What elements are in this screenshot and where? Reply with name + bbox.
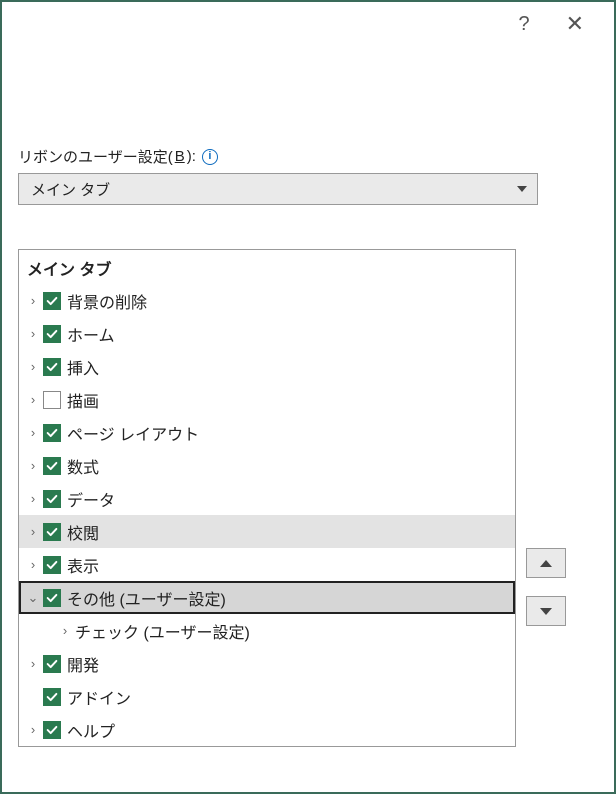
tree-item[interactable]: › ページ レイアウト (19, 416, 515, 449)
chevron-right-icon[interactable]: › (25, 458, 41, 473)
chevron-right-icon[interactable]: › (25, 491, 41, 506)
checkbox[interactable] (43, 292, 61, 310)
tree-item[interactable]: › ヘルプ (19, 713, 515, 746)
tree-item[interactable]: › ホーム (19, 317, 515, 350)
tree-item[interactable]: › 描画 (19, 383, 515, 416)
tabs-dropdown[interactable]: メイン タブ (18, 173, 538, 205)
tree-item-label: その他 (ユーザー設定) (67, 586, 226, 610)
chevron-right-icon[interactable]: › (25, 425, 41, 440)
tree-item[interactable]: › データ (19, 482, 515, 515)
titlebar: ? ✕ (2, 2, 614, 46)
chevron-right-icon[interactable]: › (25, 524, 41, 539)
tree-item-label: データ (67, 487, 115, 511)
tree-item[interactable]: › 数式 (19, 449, 515, 482)
ribbon-customize-label: リボンのユーザー設定(B): i (18, 146, 592, 167)
chevron-down-icon[interactable]: ⌄ (25, 590, 41, 606)
tabs-tree: メイン タブ › 背景の削除 › ホーム › 挿入 › 描画 › ページ レイアウト › 数式 › データ… (18, 249, 516, 747)
tree-item-label: ヘルプ (67, 718, 115, 742)
chevron-down-icon (517, 186, 527, 192)
chevron-right-icon[interactable]: › (25, 359, 41, 374)
tree-item-label: 表示 (67, 553, 99, 577)
tree-item[interactable]: › 挿入 (19, 350, 515, 383)
tree-item-label: 開発 (67, 652, 99, 676)
tree-item[interactable]: › 背景の削除 (19, 284, 515, 317)
tree-item[interactable]: ⌄ その他 (ユーザー設定) (19, 581, 515, 614)
tree-item-label: 数式 (67, 454, 99, 478)
checkbox[interactable] (43, 424, 61, 442)
tree-item-label: 校閲 (67, 520, 99, 544)
tree-item[interactable]: ›チェック (ユーザー設定) (19, 614, 515, 647)
chevron-right-icon[interactable]: › (25, 392, 41, 407)
label-text-suffix: ): (187, 148, 196, 165)
tree-item-label: アドイン (67, 685, 131, 709)
help-icon[interactable]: ? (518, 13, 529, 36)
tree-item[interactable]: › 校閲 (19, 515, 515, 548)
chevron-right-icon[interactable]: › (25, 722, 41, 737)
checkbox[interactable] (43, 358, 61, 376)
tree-item[interactable]: › 開発 (19, 647, 515, 680)
triangle-up-icon (540, 560, 552, 567)
chevron-right-icon[interactable]: › (25, 656, 41, 671)
tree-item-label: ページ レイアウト (67, 421, 199, 445)
checkbox[interactable] (43, 655, 61, 673)
checkbox[interactable] (43, 457, 61, 475)
checkbox[interactable] (43, 556, 61, 574)
move-down-button[interactable] (526, 596, 566, 626)
triangle-down-icon (540, 608, 552, 615)
checkbox[interactable] (43, 721, 61, 739)
label-text-prefix: リボンのユーザー設定( (18, 146, 173, 167)
dropdown-selected-value: メイン タブ (31, 179, 110, 200)
tree-item[interactable]: ›アドイン (19, 680, 515, 713)
info-icon[interactable]: i (202, 149, 218, 165)
tree-item-label: チェック (ユーザー設定) (75, 619, 250, 643)
checkbox[interactable] (43, 391, 61, 409)
checkbox[interactable] (43, 589, 61, 607)
checkbox[interactable] (43, 325, 61, 343)
label-accelerator: B (175, 148, 185, 165)
tree-item-label: 背景の削除 (67, 289, 147, 313)
chevron-right-icon[interactable]: › (25, 326, 41, 341)
ribbon-customize-panel: ? ✕ リボンのユーザー設定(B): i メイン タブ メイン タブ › 背景の削… (0, 0, 616, 794)
tree-item-label: ホーム (67, 322, 115, 346)
close-icon[interactable]: ✕ (566, 11, 584, 37)
tree-item-label: 描画 (67, 388, 99, 412)
checkbox[interactable] (43, 490, 61, 508)
chevron-right-icon[interactable]: › (25, 557, 41, 572)
chevron-right-icon[interactable]: › (57, 623, 73, 638)
checkbox[interactable] (43, 523, 61, 541)
tree-item-label: 挿入 (67, 355, 99, 379)
tree-item[interactable]: › 表示 (19, 548, 515, 581)
tree-header: メイン タブ (19, 250, 515, 284)
chevron-right-icon[interactable]: › (25, 293, 41, 308)
reorder-buttons (526, 548, 566, 626)
move-up-button[interactable] (526, 548, 566, 578)
content-area: リボンのユーザー設定(B): i メイン タブ メイン タブ › 背景の削除 › ホー… (2, 46, 614, 747)
checkbox[interactable] (43, 688, 61, 706)
